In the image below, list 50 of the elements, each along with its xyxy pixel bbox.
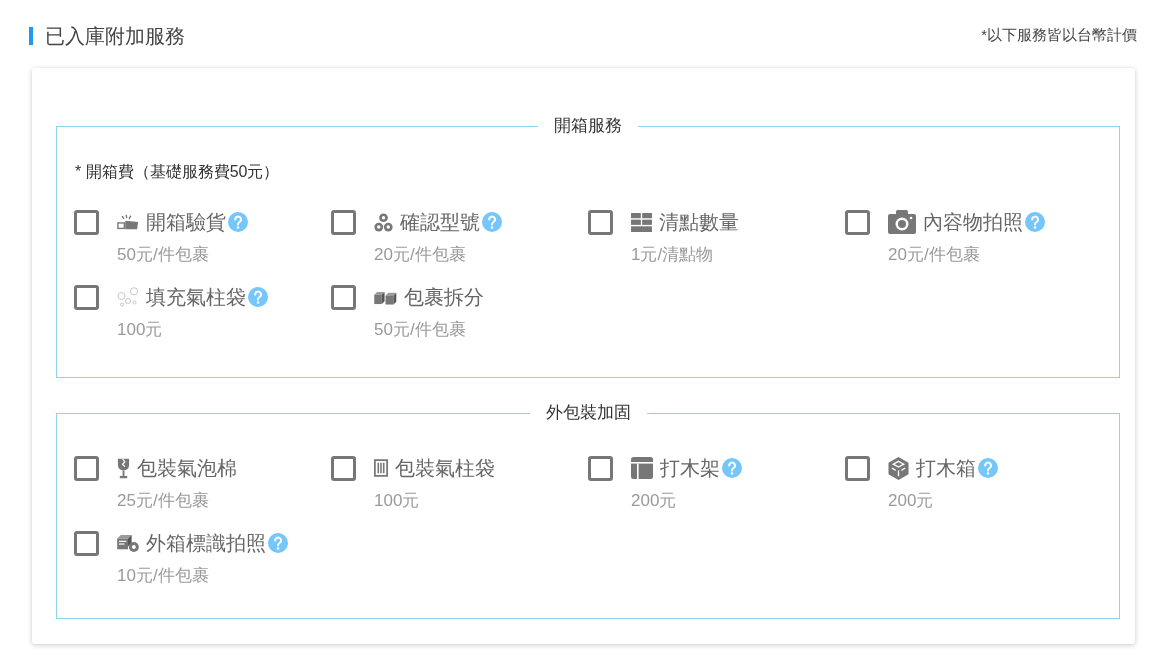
price-text: 10元/件包裹 [117,565,210,587]
checkbox[interactable] [74,531,99,556]
service-label: 確認型號 [400,210,480,235]
checkbox[interactable] [845,210,870,235]
checkbox[interactable] [331,210,356,235]
service-label: 包裝氣泡棉 [137,456,237,481]
service-label: 包裹拆分 [404,285,484,310]
cube-icon [888,456,909,480]
price-text: 50元/件包裹 [374,319,467,341]
price-text: 200元 [888,490,935,512]
box-gear-icon [117,534,139,552]
fee-note: * 開箱費（基礎服務費50元） [74,162,280,182]
checkbox[interactable] [588,456,613,481]
price-text: 50元/件包裹 [117,244,210,266]
service-label: 外箱標識拍照 [146,531,266,556]
service-label: 內容物拍照 [923,210,1023,235]
currency-note: *以下服務皆以台幣計價 [981,25,1137,45]
price-text: 20元/件包裹 [374,244,467,266]
group-title: 開箱服務 [553,115,623,137]
checkbox[interactable] [331,285,356,310]
price-text: 20元/件包裹 [888,244,981,266]
wooden-frame-icon [631,457,653,479]
service-label: 開箱驗貨 [146,210,226,235]
checkbox[interactable] [845,456,870,481]
camera-icon [888,210,916,234]
grid-icon [631,212,652,232]
checkbox[interactable] [74,456,99,481]
open-box-icon [117,214,139,230]
price-text: 25元/件包裹 [117,490,210,512]
price-text: 100元 [117,319,164,341]
checkbox[interactable] [74,210,99,235]
service-label: 清點數量 [659,210,739,235]
price-text: 1元/清點物 [631,244,715,266]
price-text: 100元 [374,490,421,512]
checkbox[interactable] [331,456,356,481]
broken-glass-icon [117,457,130,479]
service-label: 打木箱 [916,456,976,481]
checkbox[interactable] [74,285,99,310]
three-circles-icon [374,212,393,232]
price-text: 200元 [631,490,678,512]
column-bag-icon [374,459,388,477]
accent-bar [29,27,33,45]
boxes-icon [374,289,397,305]
service-label: 填充氣柱袋 [146,285,246,310]
service-label: 包裝氣柱袋 [395,456,495,481]
bubbles-icon [117,287,139,307]
checkbox[interactable] [588,210,613,235]
group-title: 外包裝加固 [544,402,632,424]
page-heading: 已入庫附加服務 [45,24,185,49]
service-label: 打木架 [660,456,720,481]
